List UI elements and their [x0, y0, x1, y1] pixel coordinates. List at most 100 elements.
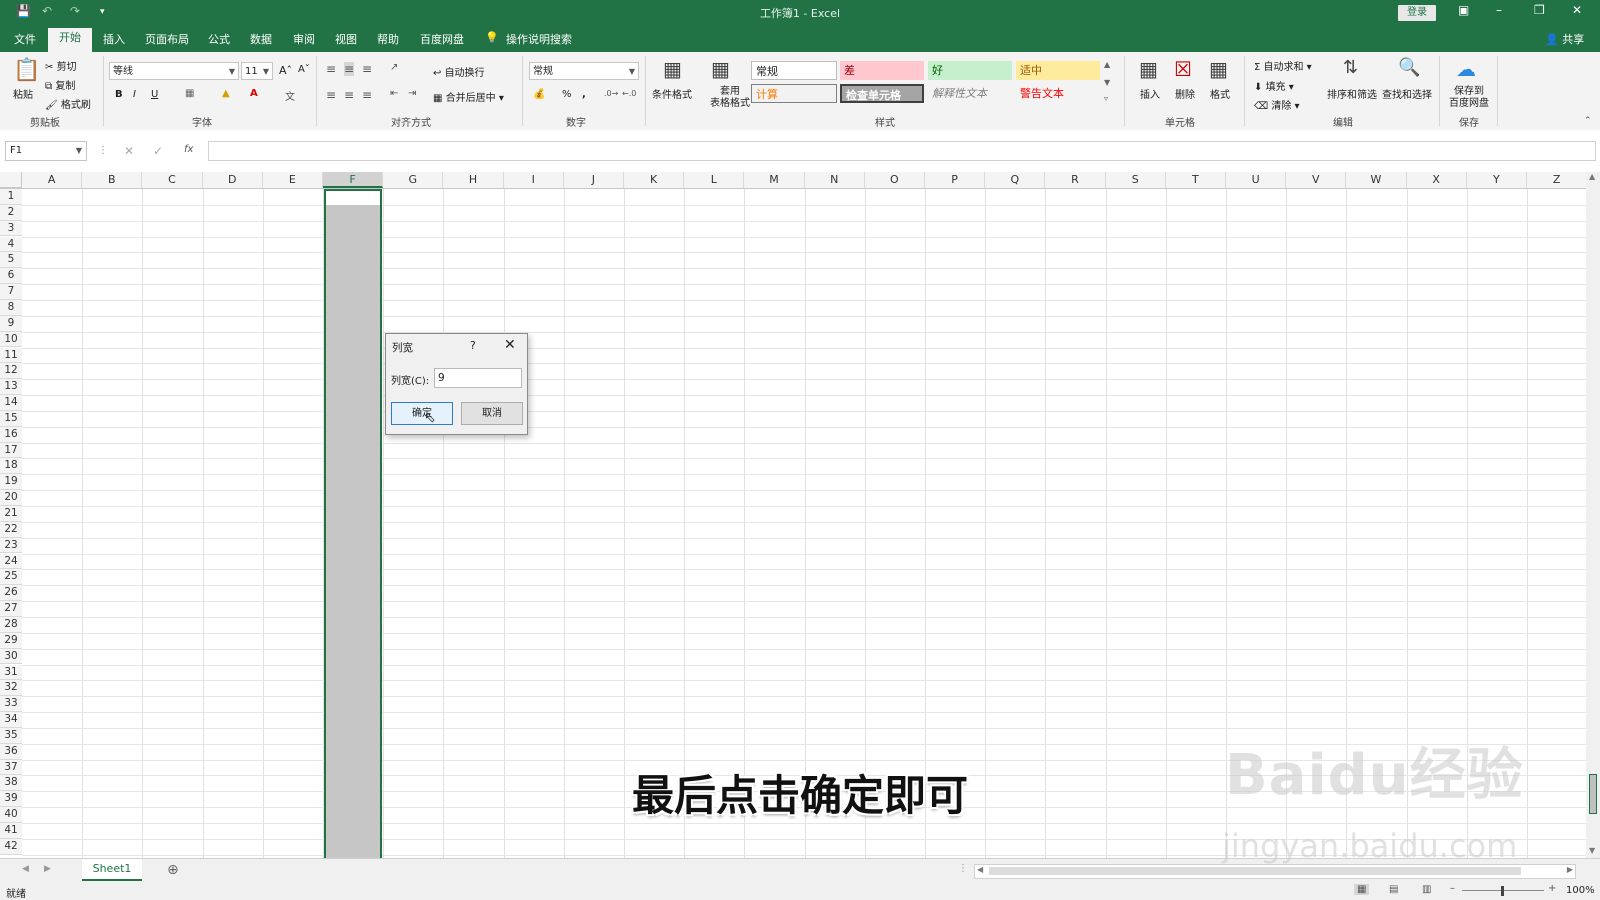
row-header-41[interactable]: 41: [0, 823, 22, 839]
column-header-b[interactable]: B: [82, 172, 143, 188]
column-header-n[interactable]: N: [805, 172, 865, 188]
row-header-9[interactable]: 9: [0, 315, 22, 332]
column-header-i[interactable]: I: [504, 172, 564, 188]
column-header-y[interactable]: Y: [1467, 172, 1527, 188]
row-header-36[interactable]: 36: [0, 743, 22, 760]
row-header-19[interactable]: 19: [0, 474, 22, 491]
horizontal-scrollbar[interactable]: ◀ ▶: [974, 864, 1576, 879]
row-header-27[interactable]: 27: [0, 601, 22, 617]
bold-icon[interactable]: B: [115, 89, 123, 100]
insert-cells-label[interactable]: 插入: [1140, 86, 1160, 101]
tab-view[interactable]: 视图: [335, 31, 357, 47]
align-center-icon[interactable]: ≡: [344, 88, 354, 102]
italic-icon[interactable]: I: [133, 89, 136, 100]
page-break-view-icon[interactable]: ▥: [1422, 884, 1431, 895]
row-header-28[interactable]: 28: [0, 616, 22, 633]
row-header-15[interactable]: 15: [0, 410, 22, 427]
style-explanatory[interactable]: 解释性文本: [928, 84, 1012, 103]
column-width-input[interactable]: 9: [434, 368, 522, 388]
cancel-entry-icon[interactable]: ✕: [124, 144, 134, 158]
scroll-up-icon[interactable]: ▲: [1589, 172, 1595, 181]
page-layout-view-icon[interactable]: ▤: [1389, 884, 1398, 895]
column-header-s[interactable]: S: [1106, 172, 1166, 188]
format-cells-icon[interactable]: ▦: [1209, 57, 1228, 81]
row-header-40[interactable]: 40: [0, 807, 22, 823]
confirm-entry-icon[interactable]: ✓: [153, 144, 163, 158]
save-to-baidu-label[interactable]: 保存到 百度网盘: [1449, 86, 1489, 110]
merge-center-button[interactable]: ▦ 合并后居中 ▾: [433, 89, 504, 104]
row-header-37[interactable]: 37: [0, 759, 22, 776]
conditional-format-icon[interactable]: ▦: [663, 57, 682, 81]
column-header-z[interactable]: Z: [1527, 172, 1586, 188]
scroll-thumb[interactable]: [1589, 774, 1597, 814]
prev-sheet-icon[interactable]: ◀: [22, 864, 29, 874]
font-color-icon[interactable]: A: [250, 88, 258, 99]
zoom-slider-thumb[interactable]: [1501, 886, 1504, 896]
login-button[interactable]: 登录: [1398, 5, 1436, 21]
column-header-p[interactable]: P: [925, 172, 986, 188]
tab-page-layout[interactable]: 页面布局: [145, 31, 189, 47]
row-header-34[interactable]: 34: [0, 712, 22, 728]
style-bad[interactable]: 差: [840, 61, 924, 80]
row-header-31[interactable]: 31: [0, 664, 22, 681]
row-header-29[interactable]: 29: [0, 632, 22, 649]
sort-filter-label[interactable]: 排序和筛选: [1327, 86, 1377, 101]
share-button[interactable]: 👤 共享: [1545, 31, 1584, 47]
column-header-q[interactable]: Q: [985, 172, 1046, 188]
column-header-f[interactable]: F: [323, 172, 384, 188]
decrease-indent-icon[interactable]: ⇤: [390, 88, 398, 99]
conditional-format-label[interactable]: 条件格式: [652, 86, 692, 101]
row-header-26[interactable]: 26: [0, 585, 22, 602]
column-header-k[interactable]: K: [624, 172, 685, 188]
select-all-button[interactable]: [0, 172, 22, 188]
style-neutral[interactable]: 适中: [1016, 61, 1100, 80]
tab-baidu-pan[interactable]: 百度网盘: [420, 31, 464, 47]
formula-input[interactable]: [208, 141, 1596, 161]
vertical-scrollbar[interactable]: ▲ ▼: [1586, 172, 1600, 858]
number-format-select[interactable]: 常规 ▼: [529, 62, 639, 80]
paste-label[interactable]: 粘贴: [13, 86, 33, 101]
row-header-35[interactable]: 35: [0, 727, 22, 744]
column-header-r[interactable]: R: [1045, 172, 1106, 188]
paste-icon[interactable]: 📋: [13, 58, 40, 83]
row-header-33[interactable]: 33: [0, 696, 22, 712]
row-header-12[interactable]: 12: [0, 363, 22, 380]
row-header-8[interactable]: 8: [0, 299, 22, 316]
column-header-x[interactable]: X: [1407, 172, 1467, 188]
tell-me-search[interactable]: 操作说明搜索: [506, 31, 572, 47]
row-header-5[interactable]: 5: [0, 252, 22, 269]
style-calculation[interactable]: 计算: [751, 84, 837, 103]
style-check-cell[interactable]: 检查单元格: [840, 84, 924, 103]
style-warning[interactable]: 警告文本: [1016, 84, 1100, 103]
scroll-right-icon[interactable]: ▶: [1567, 865, 1573, 874]
row-header-24[interactable]: 24: [0, 553, 22, 570]
column-header-m[interactable]: M: [744, 172, 805, 188]
increase-indent-icon[interactable]: ⇥: [408, 88, 416, 99]
name-box[interactable]: F1 ▼: [5, 141, 87, 161]
clear-button[interactable]: ⌫ 清除 ▾: [1254, 97, 1300, 112]
orientation-icon[interactable]: ↗: [390, 62, 398, 73]
comma-icon[interactable]: ,: [582, 89, 586, 100]
column-header-v[interactable]: V: [1286, 172, 1347, 188]
format-as-table-icon[interactable]: ▦: [711, 57, 730, 81]
minimize-icon[interactable]: –: [1496, 3, 1502, 17]
sheet-tab[interactable]: Sheet1: [82, 859, 142, 881]
tab-formulas[interactable]: 公式: [208, 31, 230, 47]
active-cell-f1[interactable]: [324, 189, 382, 205]
find-select-icon[interactable]: 🔍: [1398, 57, 1420, 78]
zoom-level[interactable]: 100%: [1566, 885, 1595, 896]
format-as-table-label[interactable]: 套用 表格格式: [710, 86, 750, 110]
column-header-j[interactable]: J: [564, 172, 624, 188]
row-header-13[interactable]: 13: [0, 379, 22, 395]
help-icon[interactable]: ?: [470, 339, 476, 352]
close-icon[interactable]: ✕: [504, 337, 516, 353]
ribbon-display-icon[interactable]: ▣: [1458, 3, 1469, 17]
tab-file[interactable]: 文件: [14, 31, 36, 47]
row-header-6[interactable]: 6: [0, 268, 22, 285]
sort-filter-icon[interactable]: ⇅: [1343, 57, 1358, 78]
column-header-d[interactable]: D: [203, 172, 263, 188]
tab-help[interactable]: 帮助: [377, 31, 399, 47]
align-right-icon[interactable]: ≡: [362, 88, 372, 102]
baidu-cloud-icon[interactable]: ☁: [1456, 57, 1476, 81]
style-good[interactable]: 好: [928, 61, 1012, 80]
